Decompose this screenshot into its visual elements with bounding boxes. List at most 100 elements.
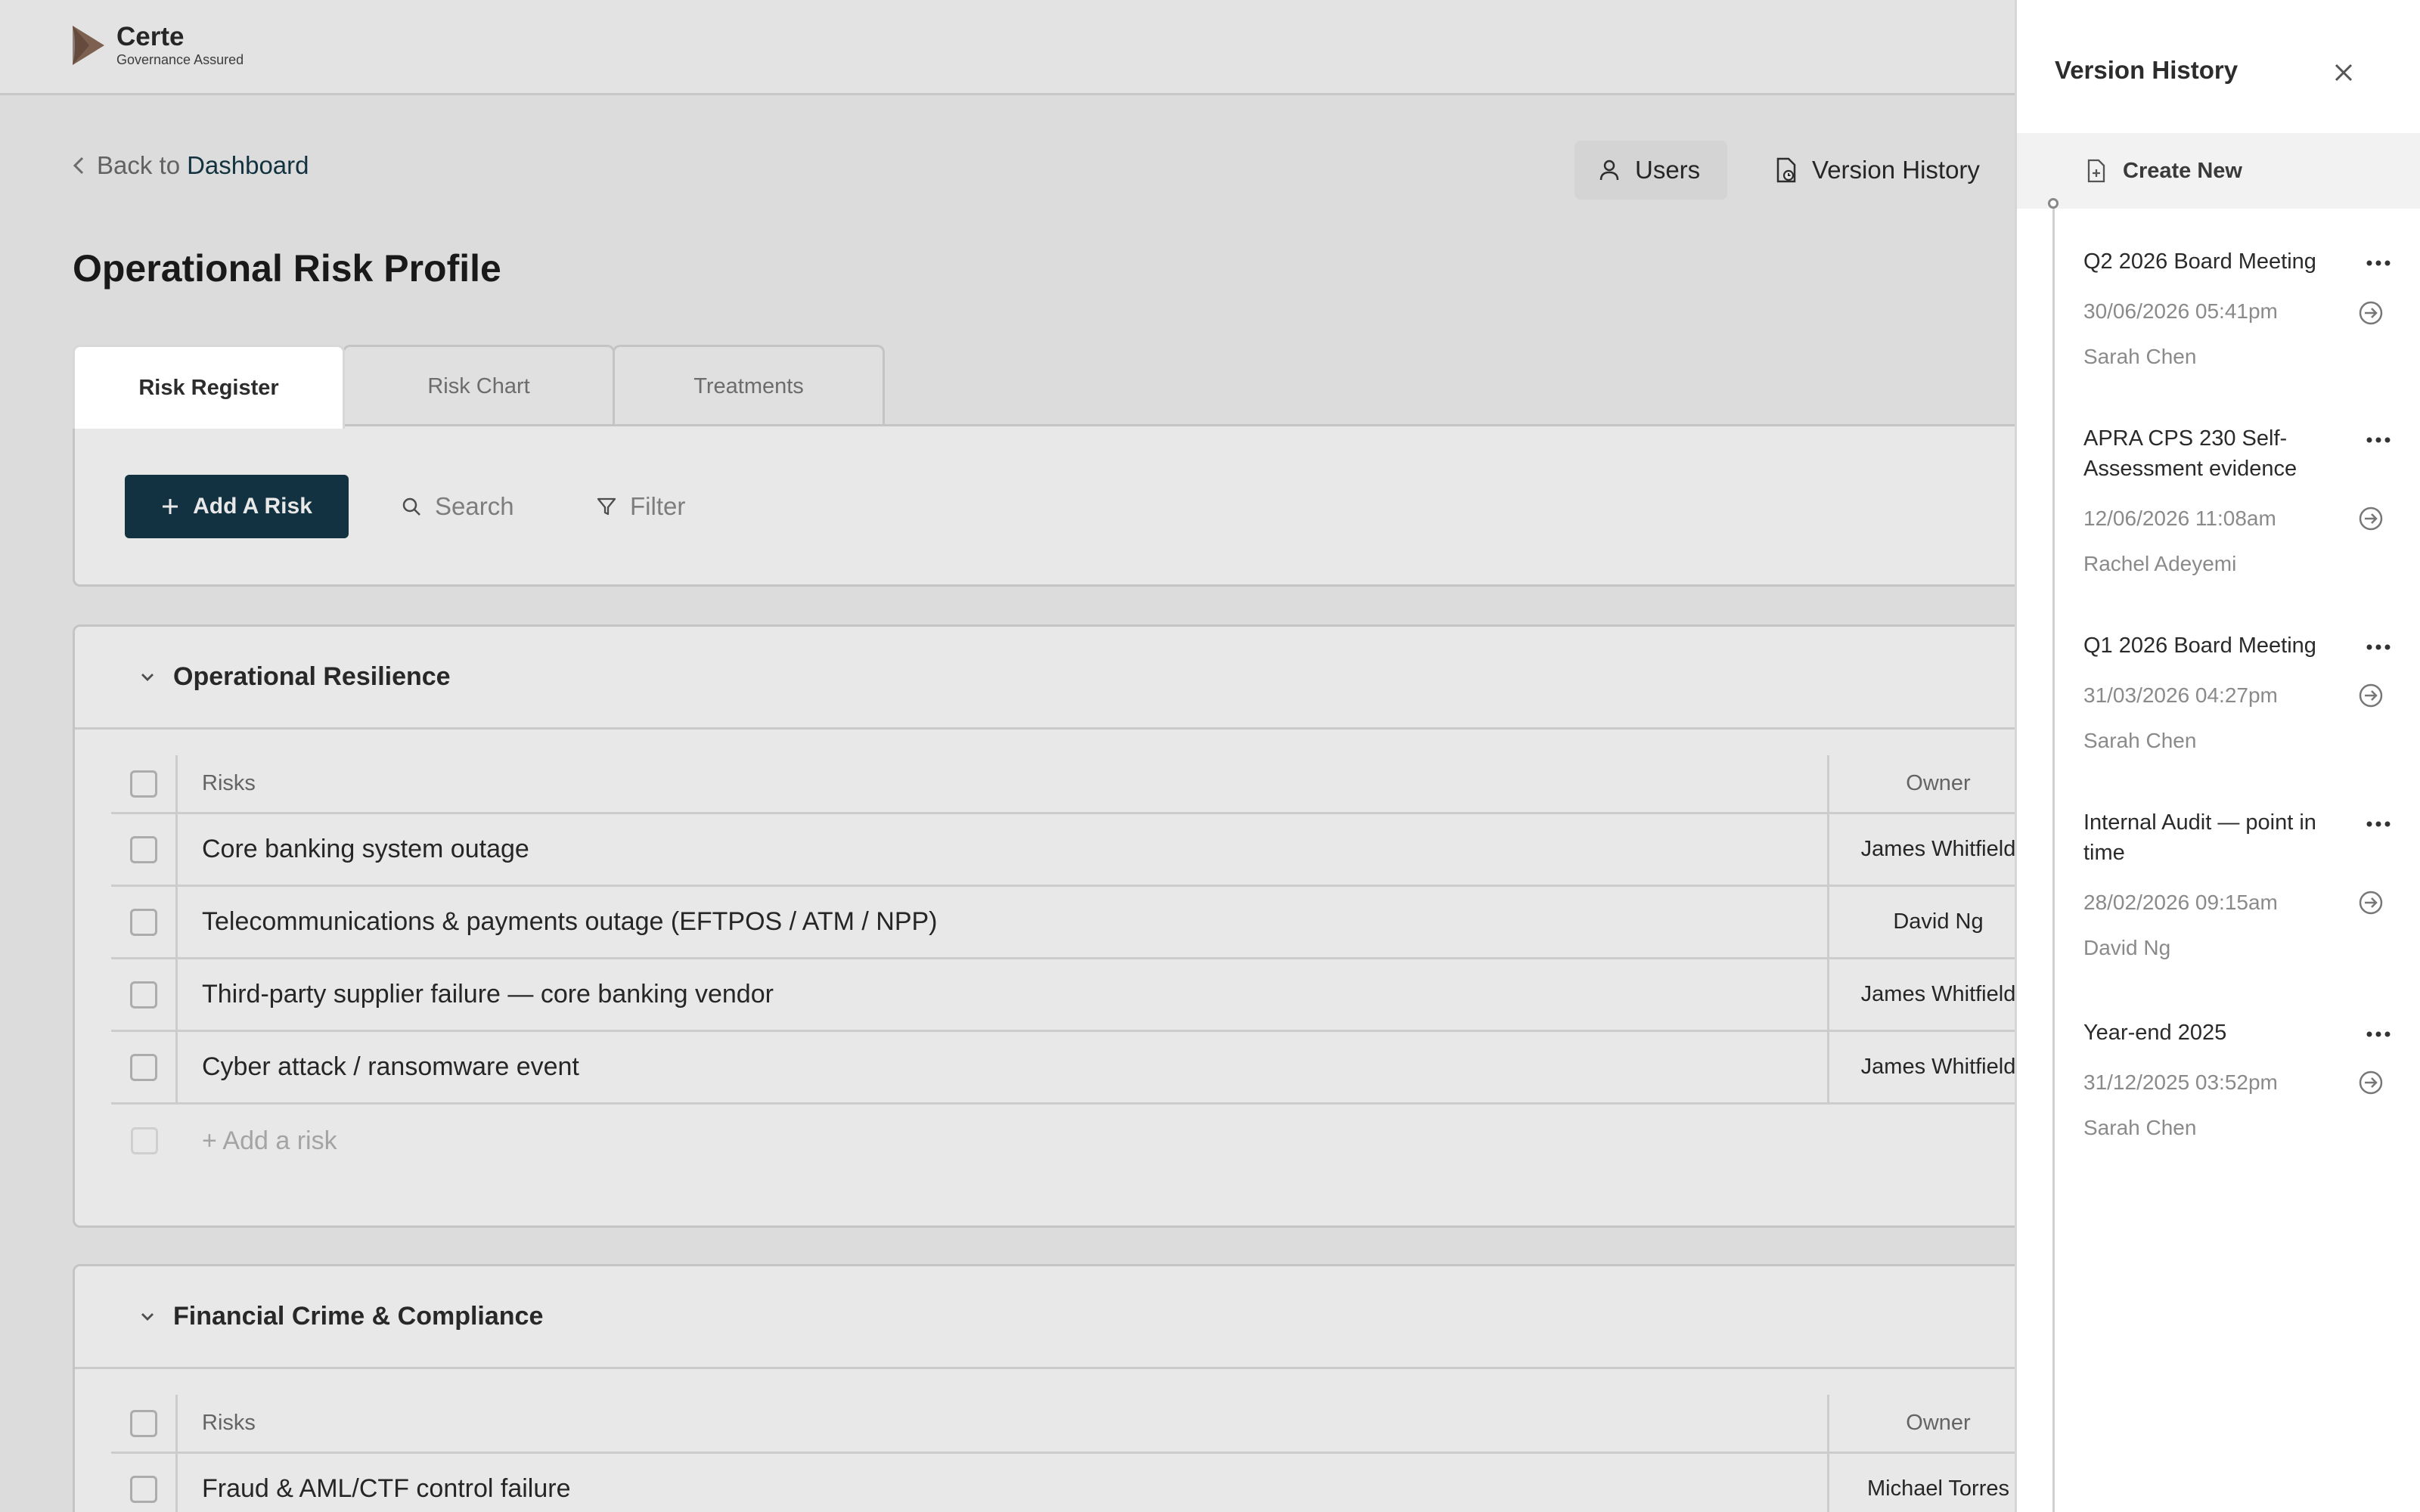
row-checkbox[interactable]: [129, 835, 157, 863]
arrow-right-circle-icon[interactable]: [2357, 889, 2384, 916]
arrow-right-circle-icon[interactable]: [2357, 299, 2384, 327]
back-to-dashboard-link[interactable]: Back to Dashboard: [73, 151, 309, 180]
logo-name: Certe: [116, 22, 185, 51]
version-date: 31/12/2025 03:52pm: [2083, 1070, 2278, 1094]
risk-section-operational-resilience: Operational Resilience Risks Owner Core …: [73, 624, 2015, 1228]
users-button-label: Users: [1635, 156, 1701, 184]
version-user: Sarah Chen: [2083, 345, 2197, 368]
column-header-risks[interactable]: Risks: [178, 755, 1829, 812]
column-header-owner[interactable]: Owner: [1829, 1395, 2015, 1452]
table-header-row: Risks Owner: [111, 755, 2015, 814]
version-item[interactable]: Q1 2026 Board Meeting 31/03/2026 04:27pm…: [2083, 631, 2401, 756]
chevron-down-icon[interactable]: [140, 1312, 155, 1322]
arrow-right-circle-icon[interactable]: [2357, 1069, 2384, 1096]
table-row[interactable]: Cyber attack / ransomware event James Wh…: [111, 1032, 2015, 1105]
row-checkbox[interactable]: [129, 908, 157, 936]
version-item[interactable]: Q2 2026 Board Meeting 30/06/2026 05:41pm…: [2083, 246, 2401, 372]
risk-owner: James Whitfield: [1860, 982, 2015, 1006]
add-risk-inline-button[interactable]: + Add a risk: [178, 1105, 1829, 1177]
table-row[interactable]: Core banking system outage James Whitfie…: [111, 814, 2015, 887]
risk-owner: Michael Torres: [1866, 1476, 2010, 1501]
select-all-checkbox[interactable]: [129, 1409, 157, 1437]
search-label: Search: [435, 492, 514, 520]
more-options-icon[interactable]: [2363, 643, 2394, 652]
row-checkbox: [131, 1127, 158, 1154]
tab-treatments[interactable]: Treatments: [613, 345, 885, 426]
create-new-version-button[interactable]: Create New: [2017, 133, 2420, 209]
risk-toolbar: Add A Risk Search Filter: [73, 424, 2015, 587]
row-checkbox[interactable]: [129, 1475, 157, 1503]
search-icon: [402, 497, 420, 516]
filter-button[interactable]: Filter: [597, 475, 685, 538]
more-options-icon[interactable]: [2363, 820, 2394, 829]
version-item[interactable]: Year-end 2025 31/12/2025 03:52pm Sarah C…: [2083, 1018, 2401, 1143]
version-name: APRA CPS 230 Self-Assessment evidence: [2083, 426, 2297, 481]
top-bar: Certe Governance Assured: [0, 0, 2015, 95]
table-row[interactable]: Third-party supplier failure — core bank…: [111, 959, 2015, 1032]
risk-name[interactable]: Fraud & AML/CTF control failure: [178, 1454, 1829, 1512]
logo-mark-icon: [73, 26, 104, 65]
create-new-label: Create New: [2123, 158, 2242, 183]
timeline-line: [2052, 204, 2055, 1512]
section-title: Financial Crime & Compliance: [173, 1302, 544, 1331]
version-date: 12/06/2026 11:08am: [2083, 507, 2276, 530]
section-title: Operational Resilience: [173, 662, 451, 691]
version-item[interactable]: Internal Audit — point in time 28/02/202…: [2083, 807, 2401, 963]
risk-section-financial-crime: Financial Crime & Compliance Risks Owner…: [73, 1264, 2015, 1512]
risk-name[interactable]: Telecommunications & payments outage (EF…: [178, 887, 1829, 957]
more-options-icon[interactable]: [2363, 259, 2394, 268]
tab-bar: Risk Register Risk Chart Treatments: [73, 345, 885, 429]
version-item[interactable]: APRA CPS 230 Self-Assessment evidence 12…: [2083, 423, 2401, 579]
add-risk-label: Add A Risk: [193, 494, 312, 519]
timeline-dot: [2048, 198, 2059, 209]
back-link-label[interactable]: Dashboard: [187, 151, 309, 180]
risk-owner: James Whitfield: [1860, 1055, 2015, 1079]
users-button[interactable]: Users: [1575, 141, 1727, 200]
add-risk-row[interactable]: + Add a risk: [111, 1105, 2015, 1177]
row-checkbox[interactable]: [129, 981, 157, 1009]
tab-risk-register[interactable]: Risk Register: [73, 345, 345, 429]
add-risk-button[interactable]: Add A Risk: [125, 475, 349, 538]
select-all-checkbox[interactable]: [129, 770, 157, 798]
arrow-right-circle-icon[interactable]: [2357, 505, 2384, 532]
section-header[interactable]: Operational Resilience: [75, 627, 2015, 730]
version-name: Q2 2026 Board Meeting: [2083, 249, 2316, 274]
risk-table: Risks Owner Fraud & AML/CTF control fail…: [111, 1395, 2015, 1512]
more-options-icon[interactable]: [2363, 1030, 2394, 1039]
table-row[interactable]: Fraud & AML/CTF control failure Michael …: [111, 1454, 2015, 1512]
version-date: 31/03/2026 04:27pm: [2083, 683, 2278, 707]
risk-name[interactable]: Core banking system outage: [178, 814, 1829, 885]
version-history-panel: Version History Create New Q2 2026 Board…: [2015, 0, 2420, 1512]
risk-name[interactable]: Third-party supplier failure — core bank…: [178, 959, 1829, 1030]
tab-risk-chart[interactable]: Risk Chart: [343, 345, 615, 426]
page-title: Operational Risk Profile: [73, 247, 501, 290]
risk-name[interactable]: Cyber attack / ransomware event: [178, 1032, 1829, 1102]
plus-icon: [163, 499, 178, 514]
more-options-icon[interactable]: [2363, 435, 2394, 445]
file-plus-icon: [2087, 159, 2105, 183]
back-prefix: Back to: [97, 151, 181, 179]
column-header-owner[interactable]: Owner: [1829, 755, 2015, 812]
table-header-row: Risks Owner: [111, 1395, 2015, 1454]
logo[interactable]: Certe Governance Assured: [70, 23, 244, 68]
section-header[interactable]: Financial Crime & Compliance: [75, 1266, 2015, 1369]
table-row[interactable]: Telecommunications & payments outage (EF…: [111, 887, 2015, 959]
close-icon[interactable]: [2328, 57, 2359, 88]
search-button[interactable]: Search: [402, 475, 514, 538]
user-icon: [1599, 160, 1619, 181]
panel-title: Version History: [2055, 56, 2238, 84]
version-history-button[interactable]: Version History: [1754, 141, 2015, 200]
version-history-button-label: Version History: [1812, 156, 1980, 184]
arrow-right-circle-icon[interactable]: [2357, 682, 2384, 709]
risk-owner: David Ng: [1893, 909, 1984, 934]
column-header-risks[interactable]: Risks: [178, 1395, 1829, 1452]
risk-owner: James Whitfield: [1860, 837, 2015, 861]
risk-table: Risks Owner Core banking system outage J…: [111, 755, 2015, 1177]
filter-icon: [597, 497, 616, 516]
file-clock-icon: [1776, 157, 1796, 183]
chevron-left-icon: [73, 156, 84, 175]
chevron-down-icon[interactable]: [140, 672, 155, 683]
version-date: 28/02/2026 09:15am: [2083, 891, 2278, 914]
logo-tagline: Governance Assured: [116, 52, 244, 67]
row-checkbox[interactable]: [129, 1053, 157, 1081]
